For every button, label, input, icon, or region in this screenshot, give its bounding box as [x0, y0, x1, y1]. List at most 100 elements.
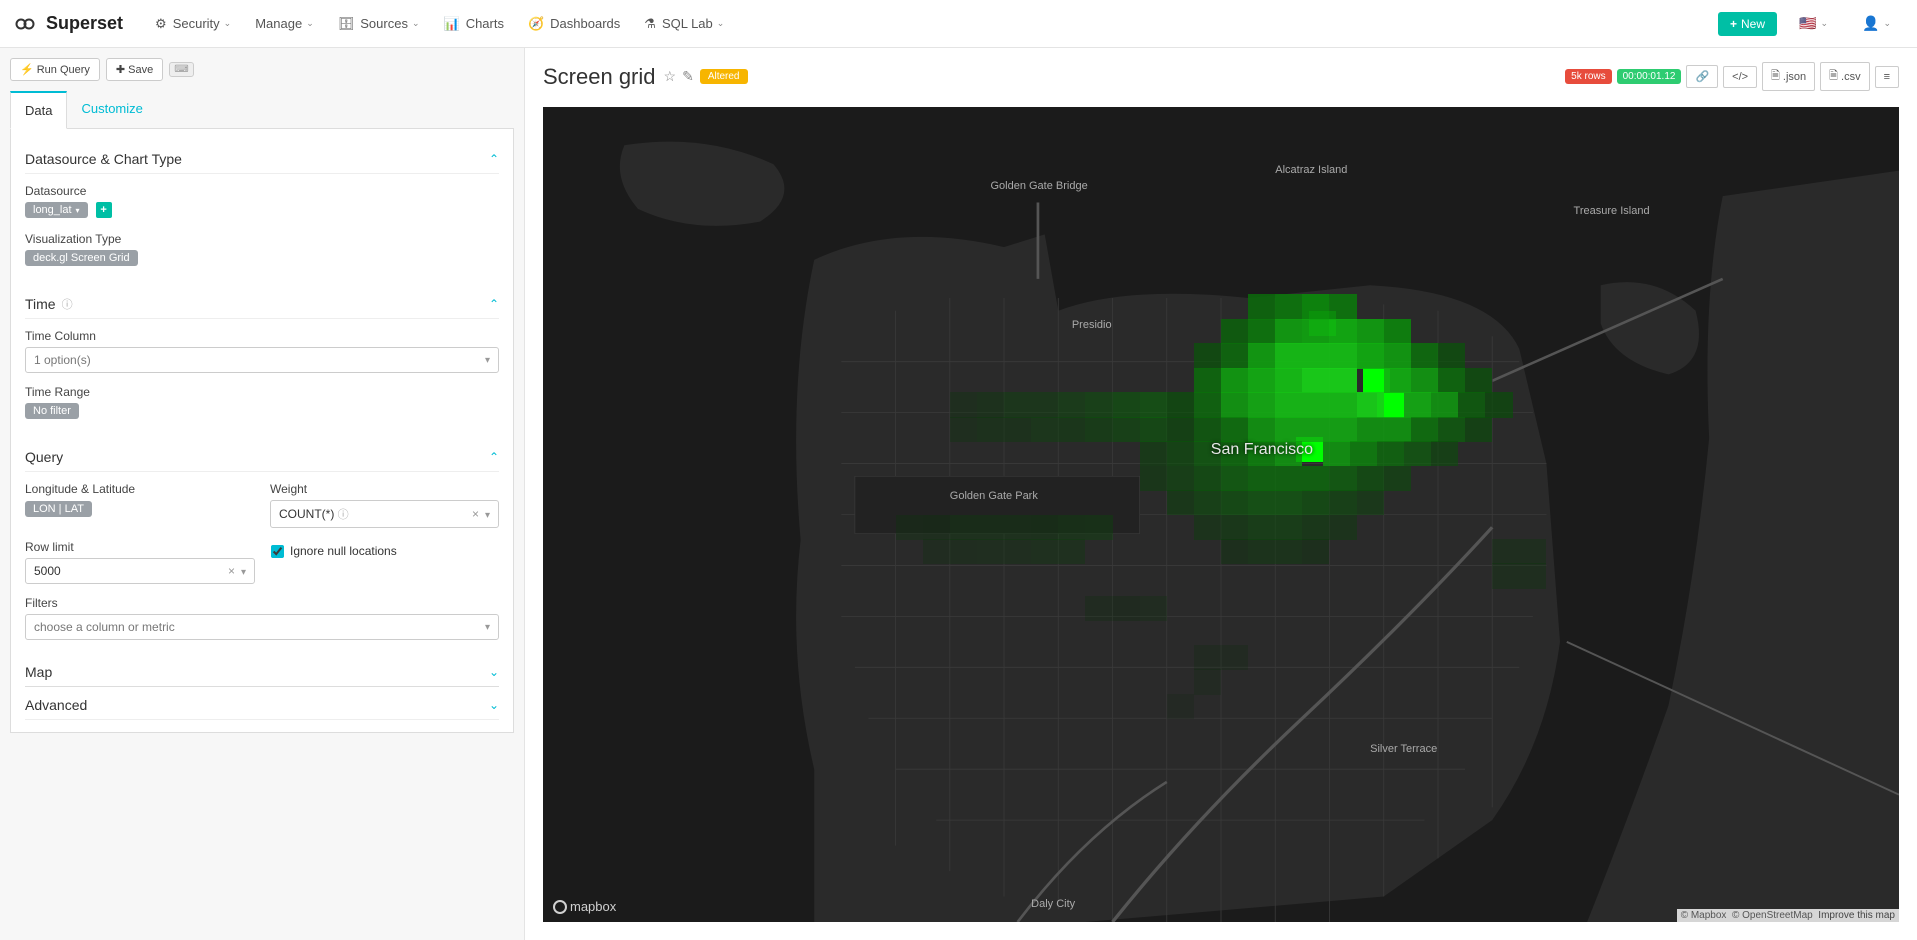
attribution-improve-link[interactable]: Improve this map — [1818, 910, 1895, 921]
chart-icon: 📊 — [444, 16, 460, 32]
grid-cell — [1085, 596, 1112, 621]
nav-dashboards[interactable]: 🧭 Dashboards — [516, 16, 632, 32]
tab-customize[interactable]: Customize — [67, 91, 156, 128]
info-icon: ⓘ — [338, 509, 349, 521]
star-icon[interactable]: ☆ — [664, 68, 677, 85]
grid-cell — [1248, 466, 1275, 491]
edit-icon[interactable]: ✎ — [682, 68, 694, 85]
grid-cell — [1248, 343, 1275, 368]
grid-cell — [1113, 417, 1140, 442]
nav-security[interactable]: ⚙ Security ⌄ — [143, 16, 243, 32]
grid-cell — [1302, 515, 1329, 540]
nav-charts[interactable]: 📊 Charts — [432, 16, 516, 32]
grid-cell — [1492, 563, 1519, 588]
chevron-down-icon: ⌄ — [412, 18, 420, 29]
time-column-label: Time Column — [25, 329, 499, 343]
filters-input[interactable]: choose a column or metric ▾ — [25, 614, 499, 640]
grid-cell — [1275, 343, 1302, 368]
weight-input[interactable]: COUNT(*) ⓘ ×▾ — [270, 500, 499, 528]
grid-cell — [1302, 294, 1329, 319]
nav-manage[interactable]: Manage ⌄ — [243, 16, 326, 31]
more-menu-button[interactable]: ≡ — [1875, 66, 1899, 88]
run-query-button[interactable]: ⚡ Run Query — [10, 58, 100, 81]
cog-icon: ⚙ — [155, 16, 167, 32]
section-header-time[interactable]: Time ⓘ ⌃ — [25, 286, 499, 319]
new-button[interactable]: + New — [1718, 12, 1777, 36]
section-header-query[interactable]: Query ⌃ — [25, 439, 499, 472]
clear-icon[interactable]: × — [228, 564, 235, 578]
section-content-time: Time Column 1 option(s) ▾ Time Range No … — [25, 319, 499, 439]
viz-type-selector[interactable]: deck.gl Screen Grid — [25, 250, 138, 266]
section-title-query: Query — [25, 449, 63, 465]
file-icon: 🗎 — [1829, 67, 1838, 86]
datasource-label: Datasource — [25, 184, 499, 198]
user-menu[interactable]: 👤 ⌄ — [1850, 15, 1903, 32]
grid-cell — [1004, 539, 1031, 564]
grid-cell — [1031, 417, 1058, 442]
tab-data[interactable]: Data — [10, 91, 67, 129]
save-button[interactable]: ✚ Save — [106, 58, 163, 81]
add-datasource-button[interactable]: + — [96, 202, 112, 218]
lonlat-label: Longitude & Latitude — [25, 482, 254, 496]
attribution-mapbox[interactable]: © Mapbox — [1681, 910, 1727, 921]
map-visualization[interactable]: Golden Gate Bridge Alcatraz Island Treas… — [543, 107, 1899, 922]
export-csv-button[interactable]: 🗎 .csv — [1820, 62, 1869, 91]
link-button[interactable]: 🔗 — [1686, 65, 1718, 88]
grid-cell — [1085, 417, 1112, 442]
datasource-value: long_lat — [33, 204, 72, 216]
row-limit-input[interactable]: 5000 ×▾ — [25, 558, 255, 584]
time-range-value-tag[interactable]: No filter — [25, 403, 79, 419]
chevron-down-icon: ⌄ — [489, 665, 499, 679]
weight-label: Weight — [270, 482, 499, 496]
brand[interactable]: Superset — [14, 12, 123, 36]
export-json-button[interactable]: 🗎 .json — [1762, 62, 1815, 91]
grid-cell — [1248, 368, 1275, 393]
grid-cell — [1194, 343, 1221, 368]
section-header-datasource[interactable]: Datasource & Chart Type ⌃ — [25, 141, 499, 174]
grid-cell — [1248, 490, 1275, 515]
grid-cell — [977, 539, 1004, 564]
grid-cell — [1221, 392, 1248, 417]
grid-cell — [1384, 417, 1411, 442]
embed-button[interactable]: </> — [1723, 66, 1757, 88]
viz-type-value: deck.gl Screen Grid — [33, 252, 130, 264]
grid-cell — [1438, 417, 1465, 442]
grid-cell — [1329, 515, 1356, 540]
language-selector[interactable]: 🇺🇸 ⌄ — [1787, 15, 1840, 32]
nav-sources-label: Sources — [360, 16, 408, 31]
grid-cell — [1058, 417, 1085, 442]
grid-cell — [1465, 417, 1492, 442]
time-column-input[interactable]: 1 option(s) ▾ — [25, 347, 499, 373]
ignore-null-input[interactable] — [271, 545, 284, 558]
link-icon: 🔗 — [1695, 70, 1709, 83]
ignore-null-checkbox[interactable]: Ignore null locations — [271, 544, 499, 558]
flag-us-icon: 🇺🇸 — [1799, 15, 1816, 32]
grid-cell — [923, 515, 950, 540]
altered-badge[interactable]: Altered — [700, 69, 748, 84]
grid-cell — [1004, 417, 1031, 442]
nav-sources[interactable]: 🗄 Sources ⌄ — [326, 16, 432, 32]
datasource-selector[interactable]: long_lat ▾ — [25, 202, 88, 218]
clear-icon[interactable]: × — [472, 507, 479, 521]
grid-cell — [1113, 596, 1140, 621]
grid-cell — [1194, 645, 1221, 670]
lonlat-value-tag[interactable]: LON | LAT — [25, 501, 92, 517]
grid-cell — [1438, 368, 1465, 393]
chevron-down-icon: ⌄ — [1883, 18, 1891, 29]
grid-cell — [977, 417, 1004, 442]
grid-cell — [1357, 319, 1384, 344]
section-header-map[interactable]: Map ⌄ — [25, 654, 499, 687]
panel-body: Datasource & Chart Type ⌃ Datasource lon… — [10, 129, 514, 733]
grid-cell — [1329, 490, 1356, 515]
grid-cell — [1058, 392, 1085, 417]
grid-cell — [923, 539, 950, 564]
grid-cell — [1302, 490, 1329, 515]
grid-cell — [1329, 466, 1356, 491]
grid-cell — [1329, 343, 1356, 368]
section-header-advanced[interactable]: Advanced ⌄ — [25, 687, 499, 720]
row-count-badge: 5k rows — [1565, 69, 1611, 84]
grid-cell — [1031, 392, 1058, 417]
flask-icon: ⚗ — [644, 16, 656, 32]
nav-sqllab[interactable]: ⚗ SQL Lab ⌄ — [632, 16, 736, 32]
attribution-osm[interactable]: © OpenStreetMap — [1732, 910, 1813, 921]
